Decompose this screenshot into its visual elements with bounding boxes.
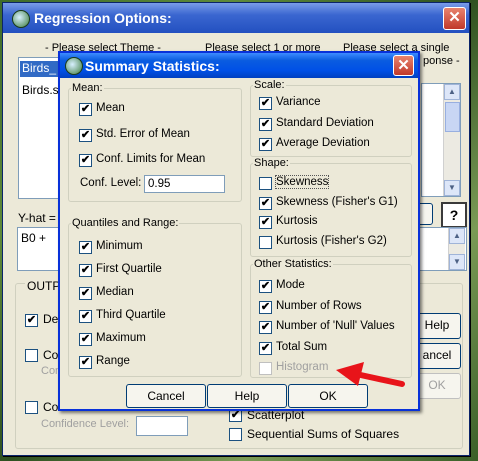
descriptive-checkbox[interactable]: ✔	[25, 314, 38, 327]
scroll-down-arrow-icon[interactable]: ▼	[444, 180, 460, 196]
scale-group-title: Scale:	[253, 79, 286, 91]
yhat-value: B0 +	[21, 231, 47, 245]
regression-close-button[interactable]: ✕	[443, 7, 466, 30]
shape-option-label: Skewness (Fisher's G1)	[276, 195, 398, 208]
mean-option-label: Mean	[96, 102, 125, 114]
regression-title-bar[interactable]: Regression Options: ✕	[3, 3, 469, 33]
summary-cancel-button[interactable]: Cancel	[126, 384, 206, 408]
summary-dialog-title: Summary Statistics:	[85, 58, 220, 74]
other-checkbox[interactable]: ✔	[259, 321, 272, 334]
sequential-ss-label: Sequential Sums of Squares	[247, 427, 400, 441]
other-checkbox[interactable]: ✔	[259, 341, 272, 355]
quantiles-group	[68, 223, 242, 377]
quantiles-checkbox[interactable]: ✔	[79, 287, 92, 300]
shape-option-label: Kurtosis	[276, 215, 318, 227]
regression-window-title: Regression Options:	[34, 10, 172, 26]
conf-level-input[interactable]: 0.95	[144, 175, 225, 193]
summary-title-bar[interactable]: Summary Statistics: ✕	[60, 53, 418, 78]
regression-ok-button[interactable]: OK	[413, 373, 461, 399]
mean-checkbox[interactable]: ✔	[79, 128, 92, 142]
quantiles-option-label: Third Quartile	[96, 309, 166, 321]
yhat-scroll-down-icon[interactable]: ▼	[449, 254, 465, 270]
confidence-level-input[interactable]	[136, 416, 188, 436]
mean-option-label: Std. Error of Mean	[96, 127, 190, 140]
annotation-arrow-head	[336, 362, 364, 386]
mean-checkbox[interactable]: ✔	[79, 103, 92, 116]
conf-level-label: Conf. Level:	[80, 177, 142, 189]
quantiles-checkbox[interactable]: ✔	[79, 356, 92, 369]
regression-help-button[interactable]: Help	[413, 313, 461, 339]
shape-checkbox[interactable]: ✔	[259, 196, 272, 210]
other-option-label: Mode	[276, 279, 305, 291]
conf-checkbox-2[interactable]	[25, 401, 38, 414]
mean-group-title: Mean:	[71, 82, 104, 94]
conf-checkbox-1[interactable]	[25, 349, 38, 362]
annotation-arrow-icon	[336, 362, 405, 387]
summary-statistics-dialog: Summary Statistics: ✕ Mean: ✔ Mean ✔ Std. E…	[58, 51, 420, 411]
yhat-label: Y-hat =	[18, 211, 56, 225]
quantiles-group-title: Quantiles and Range:	[71, 217, 180, 229]
yhat-scroll-up-icon[interactable]: ▲	[449, 228, 465, 244]
other-option-label: Number of 'Null' Values	[276, 320, 395, 332]
scroll-thumb[interactable]	[445, 102, 460, 132]
quantiles-option-label: Maximum	[96, 332, 146, 344]
scale-option-label: Standard Deviation	[276, 116, 374, 129]
quantiles-checkbox[interactable]: ✔	[79, 264, 92, 277]
shape-group-title: Shape:	[253, 157, 290, 169]
shape-checkbox[interactable]: ✔	[259, 216, 272, 229]
quantiles-option-label: Range	[96, 355, 130, 367]
regression-cancel-button[interactable]: ancel	[413, 343, 461, 369]
annotation-arrow-shaft	[353, 371, 405, 387]
response-label: ponse -	[423, 55, 460, 67]
other-checkbox[interactable]: ✔	[259, 280, 272, 293]
app-globe-icon	[12, 10, 30, 28]
scale-checkbox[interactable]: ✔	[259, 117, 272, 131]
quantiles-checkbox[interactable]: ✔	[79, 333, 92, 346]
response-list[interactable]: ▲ ▼	[421, 83, 461, 197]
shape-checkbox[interactable]	[259, 177, 272, 190]
other-option-label: Total Sum	[276, 340, 328, 353]
sequential-ss-checkbox[interactable]	[229, 428, 242, 441]
scale-checkbox[interactable]: ✔	[259, 138, 272, 151]
scale-option-label: Variance	[276, 96, 321, 108]
help-question-icon[interactable]: ?	[441, 202, 467, 228]
summary-close-button[interactable]: ✕	[393, 55, 414, 76]
quantiles-checkbox[interactable]: ✔	[79, 310, 92, 323]
summary-help-button[interactable]: Help	[207, 384, 287, 408]
scale-option-label: Average Deviation	[276, 137, 370, 149]
other-checkbox[interactable]: ✔	[259, 300, 272, 314]
quantiles-option-label: Median	[96, 286, 134, 298]
theme-list-item[interactable]: Birds.s	[20, 83, 59, 97]
other-option-label: Number of Rows	[276, 299, 362, 312]
scale-checkbox[interactable]: ✔	[259, 97, 272, 110]
dialog-globe-icon	[65, 57, 83, 75]
shape-checkbox[interactable]	[259, 235, 272, 249]
quantiles-checkbox[interactable]: ✔	[79, 241, 92, 254]
quantiles-option-label: First Quartile	[96, 263, 162, 275]
shape-option-label: Skewness	[274, 175, 330, 189]
yhat-scrollbar[interactable]: ▲ ▼	[448, 228, 465, 270]
other-option-label: Histogram	[276, 361, 329, 373]
mean-checkbox[interactable]: ✔	[79, 154, 92, 167]
mean-option-label: Conf. Limits for Mean	[96, 153, 206, 165]
quantiles-option-label: Minimum	[96, 240, 143, 252]
scroll-up-arrow-icon[interactable]: ▲	[444, 84, 460, 100]
confidence-level-label: Confidence Level:	[41, 418, 130, 430]
other-checkbox	[259, 362, 272, 375]
other-statistics-group-title: Other Statistics:	[253, 258, 333, 270]
response-scrollbar[interactable]: ▲ ▼	[443, 84, 460, 196]
shape-option-label: Kurtosis (Fisher's G2)	[276, 234, 387, 247]
